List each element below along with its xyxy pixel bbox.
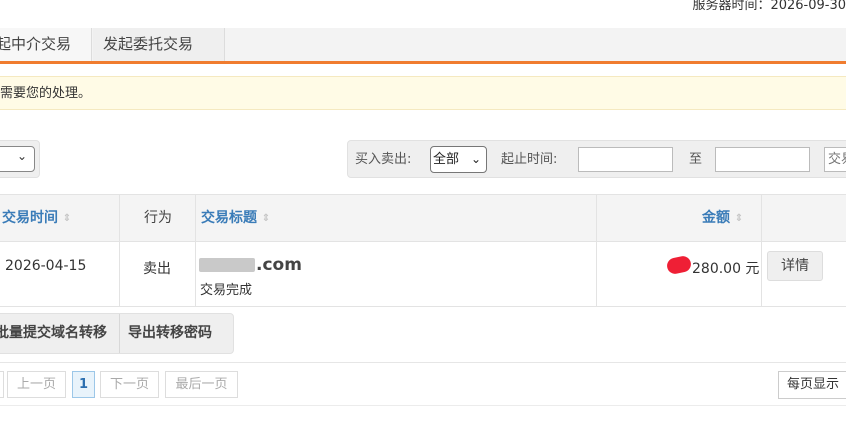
first-page-button[interactable] bbox=[0, 371, 4, 398]
buy-sell-value: 全部 bbox=[433, 152, 460, 167]
chevron-down-icon: ⌄ bbox=[470, 152, 481, 166]
divider bbox=[0, 405, 846, 406]
buy-sell-select[interactable]: 全部 ⌄ bbox=[430, 146, 487, 173]
chevron-down-icon: ⌄ bbox=[16, 149, 27, 163]
column-divider bbox=[596, 195, 597, 306]
row-amount: 280.00 元 bbox=[692, 261, 760, 277]
col-action: 行为 bbox=[144, 210, 172, 226]
divider bbox=[0, 362, 846, 363]
per-page-select[interactable]: 每页显示 bbox=[778, 371, 846, 399]
next-page-button[interactable]: 下一页 bbox=[100, 371, 159, 398]
transactions-table: 交易时间 ⇕ 行为 交易标题 ⇕ 金额 ⇕ 2026-04-15 卖出 .com 交易… bbox=[0, 194, 846, 307]
col-amount[interactable]: 金额 ⇕ bbox=[702, 195, 744, 241]
column-divider bbox=[119, 195, 120, 306]
notice-bar: 需要您的处理。 bbox=[0, 76, 846, 110]
batch-transfer-button[interactable]: 批量提交域名转移 bbox=[0, 314, 107, 353]
redacted-domain-mask bbox=[199, 258, 255, 272]
current-page[interactable]: 1 bbox=[72, 371, 95, 398]
bulk-actions-bar: 批量提交域名转移 导出转移密码 bbox=[0, 313, 234, 354]
column-divider bbox=[761, 195, 762, 306]
col-trade-time[interactable]: 交易时间 ⇕ bbox=[2, 195, 72, 241]
sort-icon[interactable]: ⇕ bbox=[62, 213, 72, 223]
search-button[interactable]: 交易 bbox=[824, 147, 846, 172]
start-date-input[interactable] bbox=[578, 147, 673, 172]
prev-page-button[interactable]: 上一页 bbox=[7, 371, 66, 398]
sort-icon[interactable]: ⇕ bbox=[734, 213, 744, 223]
left-select[interactable]: ⌄ bbox=[0, 146, 35, 172]
date-range-label: 起止时间: bbox=[501, 152, 558, 167]
export-codes-button[interactable]: 导出转移密码 bbox=[128, 314, 212, 353]
row-status: 交易完成 bbox=[200, 283, 253, 298]
left-filter-box: ⌄ bbox=[0, 140, 40, 178]
row-domain-title[interactable]: .com bbox=[256, 255, 302, 275]
row-action: 卖出 bbox=[143, 261, 171, 277]
row-trade-time: 2026-04-15 bbox=[5, 258, 87, 274]
tab-entrust-trade[interactable]: 发起委托交易 bbox=[93, 28, 225, 61]
redaction-mark bbox=[665, 254, 693, 276]
column-divider bbox=[195, 195, 196, 306]
col-trade-title[interactable]: 交易标题 ⇕ bbox=[201, 195, 271, 241]
divider bbox=[119, 314, 120, 353]
table-header: 交易时间 ⇕ 行为 交易标题 ⇕ 金额 ⇕ bbox=[0, 195, 846, 242]
detail-button[interactable]: 详情 bbox=[767, 251, 823, 281]
tab-escrow-trade[interactable]: 起中介交易 bbox=[0, 28, 92, 61]
last-page-button[interactable]: 最后一页 bbox=[165, 371, 238, 398]
tab-bar: 起中介交易 发起委托交易 bbox=[0, 28, 846, 64]
date-to-label: 至 bbox=[689, 152, 703, 167]
filter-bar: 买入卖出: 全部 ⌄ 起止时间: 至 交易 bbox=[347, 140, 846, 178]
sort-icon[interactable]: ⇕ bbox=[261, 213, 271, 223]
buy-sell-label: 买入卖出: bbox=[355, 152, 412, 167]
end-date-input[interactable] bbox=[715, 147, 810, 172]
server-time: 服务器时间：2026-09-30 bbox=[692, 0, 846, 13]
